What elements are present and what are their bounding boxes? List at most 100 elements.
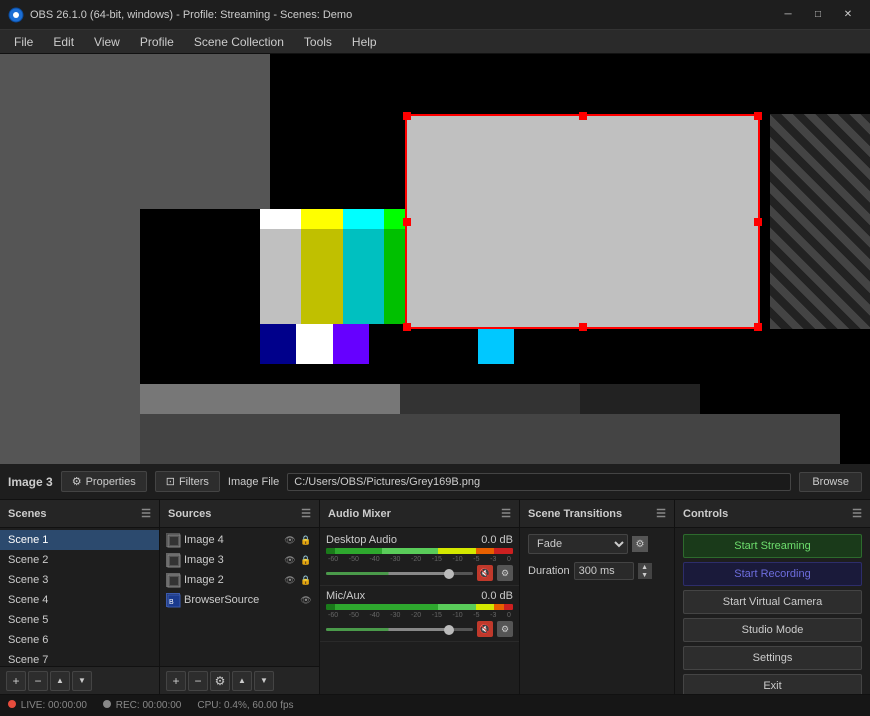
source-up-button[interactable]: ▲ <box>232 671 252 691</box>
transitions-body: Fade Cut Swipe Slide ⚙ Duration ▲ ▼ <box>520 528 674 694</box>
handle-mr[interactable] <box>754 218 762 226</box>
sources-menu-icon[interactable]: ☰ <box>301 507 311 520</box>
handle-bm[interactable] <box>579 323 587 331</box>
remove-scene-button[interactable]: − <box>28 671 48 691</box>
remove-source-button[interactable]: − <box>188 671 208 691</box>
add-scene-button[interactable]: + <box>6 671 26 691</box>
settings-button[interactable]: Settings <box>683 646 862 670</box>
source-visibility-button[interactable]: 👁 <box>283 573 297 587</box>
mute-button-mic[interactable]: 🔇 <box>477 621 493 637</box>
minimize-button[interactable]: ─ <box>774 5 802 25</box>
source-path-value: C:/Users/OBS/Pictures/Grey169B.png <box>287 473 791 491</box>
filters-button[interactable]: ⊡ Filters <box>155 471 220 492</box>
sources-panel: Sources ☰ Image 4 👁 🔒 Image 3 <box>160 500 320 694</box>
window-controls: ─ □ ✕ <box>774 5 862 25</box>
source-lock-button[interactable]: 🔒 <box>299 553 313 567</box>
menu-view[interactable]: View <box>84 30 130 54</box>
audio-fader-controls: 🔇 ⚙ <box>326 565 513 581</box>
window-title: OBS 26.1.0 (64-bit, windows) - Profile: … <box>30 9 774 21</box>
menu-tools[interactable]: Tools <box>294 30 342 54</box>
scene-item[interactable]: Scene 5 <box>0 610 159 630</box>
audio-settings-button-mic[interactable]: ⚙ <box>497 621 513 637</box>
audio-settings-button[interactable]: ⚙ <box>497 565 513 581</box>
source-item[interactable]: B BrowserSource 👁 <box>160 590 319 610</box>
maximize-button[interactable]: □ <box>804 5 832 25</box>
handle-ml[interactable] <box>403 218 411 226</box>
scene-item[interactable]: Scene 2 <box>0 550 159 570</box>
scenes-panel: Scenes ☰ Scene 1 Scene 2 Scene 3 Scene 4… <box>0 500 160 694</box>
audio-mixer-header: Audio Mixer ☰ <box>320 500 519 528</box>
transition-type-select[interactable]: Fade Cut Swipe Slide <box>528 534 628 554</box>
start-streaming-button[interactable]: Start Streaming <box>683 534 862 558</box>
transitions-menu-icon[interactable]: ☰ <box>656 507 666 520</box>
source-type-icon <box>166 553 180 567</box>
source-name: BrowserSource <box>184 594 259 606</box>
source-name: Image 2 <box>184 574 224 586</box>
studio-mode-button[interactable]: Studio Mode <box>683 618 862 642</box>
audio-menu-icon[interactable]: ☰ <box>501 507 511 520</box>
menu-profile[interactable]: Profile <box>130 30 184 54</box>
handle-tm[interactable] <box>579 112 587 120</box>
close-button[interactable]: ✕ <box>834 5 862 25</box>
live-time: 00:00:00 <box>48 700 87 711</box>
scene-item[interactable]: Scene 6 <box>0 630 159 650</box>
transition-type-row: Fade Cut Swipe Slide ⚙ <box>520 530 674 558</box>
browse-button[interactable]: Browse <box>799 472 862 492</box>
properties-button[interactable]: ⚙ Properties <box>61 471 147 492</box>
scene-transitions-panel: Scene Transitions ☰ Fade Cut Swipe Slide… <box>520 500 675 694</box>
handle-br[interactable] <box>754 323 762 331</box>
handle-tl[interactable] <box>403 112 411 120</box>
scenes-list: Scene 1 Scene 2 Scene 3 Scene 4 Scene 5 … <box>0 528 159 666</box>
source-item[interactable]: Image 4 👁 🔒 <box>160 530 319 550</box>
source-visibility-button[interactable]: 👁 <box>283 533 297 547</box>
menu-help[interactable]: Help <box>342 30 387 54</box>
source-properties-button[interactable]: ⚙ <box>210 671 230 691</box>
handle-bl[interactable] <box>403 323 411 331</box>
source-down-button[interactable]: ▼ <box>254 671 274 691</box>
source-lock-button[interactable]: 🔒 <box>299 533 313 547</box>
add-source-button[interactable]: + <box>166 671 186 691</box>
start-recording-button[interactable]: Start Recording <box>683 562 862 586</box>
duration-down-button[interactable]: ▼ <box>638 571 652 579</box>
audio-track-db: 0.0 dB <box>481 534 513 546</box>
sources-list: Image 4 👁 🔒 Image 3 👁 🔒 <box>160 528 319 666</box>
controls-panel: Controls ☰ Start Streaming Start Recordi… <box>675 500 870 694</box>
scenes-menu-icon[interactable]: ☰ <box>141 507 151 520</box>
source-type-icon <box>166 573 180 587</box>
fader-thumb[interactable] <box>444 569 454 579</box>
handle-tr[interactable] <box>754 112 762 120</box>
audio-fader-mic[interactable] <box>326 628 473 631</box>
exit-button[interactable]: Exit <box>683 674 862 694</box>
scenes-header: Scenes ☰ <box>0 500 159 528</box>
mute-button[interactable]: 🔇 <box>477 565 493 581</box>
source-visibility-button[interactable]: 👁 <box>299 593 313 607</box>
fader-thumb[interactable] <box>444 625 454 635</box>
source-visibility-button[interactable]: 👁 <box>283 553 297 567</box>
source-lock-button[interactable]: 🔒 <box>299 573 313 587</box>
start-virtual-camera-button[interactable]: Start Virtual Camera <box>683 590 862 614</box>
source-label: Image 3 <box>8 475 53 489</box>
menu-scene-collection[interactable]: Scene Collection <box>184 30 294 54</box>
app-icon <box>8 7 24 23</box>
scene-up-button[interactable]: ▲ <box>50 671 70 691</box>
menu-edit[interactable]: Edit <box>43 30 84 54</box>
audio-meter-mic <box>326 604 513 610</box>
duration-input[interactable] <box>574 562 634 580</box>
source-item[interactable]: Image 2 👁 🔒 <box>160 570 319 590</box>
duration-up-button[interactable]: ▲ <box>638 563 652 571</box>
scene-item[interactable]: Scene 3 <box>0 570 159 590</box>
scene-item[interactable]: Scene 7 <box>0 650 159 666</box>
audio-fader[interactable] <box>326 572 473 575</box>
controls-menu-icon[interactable]: ☰ <box>852 507 862 520</box>
source-item[interactable]: Image 3 👁 🔒 <box>160 550 319 570</box>
menu-file[interactable]: File <box>4 30 43 54</box>
live-label: LIVE: <box>21 700 45 711</box>
scene-item[interactable]: Scene 1 <box>0 530 159 550</box>
scene-down-button[interactable]: ▼ <box>72 671 92 691</box>
transition-settings-button[interactable]: ⚙ <box>632 536 648 552</box>
audio-track-desktop: Desktop Audio 0.0 dB -60-50-40-30-20-15-… <box>320 530 519 586</box>
audio-fader-controls: 🔇 ⚙ <box>326 621 513 637</box>
controls-body: Start Streaming Start Recording Start Vi… <box>675 528 870 694</box>
source-name: Image 3 <box>184 554 224 566</box>
scene-item[interactable]: Scene 4 <box>0 590 159 610</box>
